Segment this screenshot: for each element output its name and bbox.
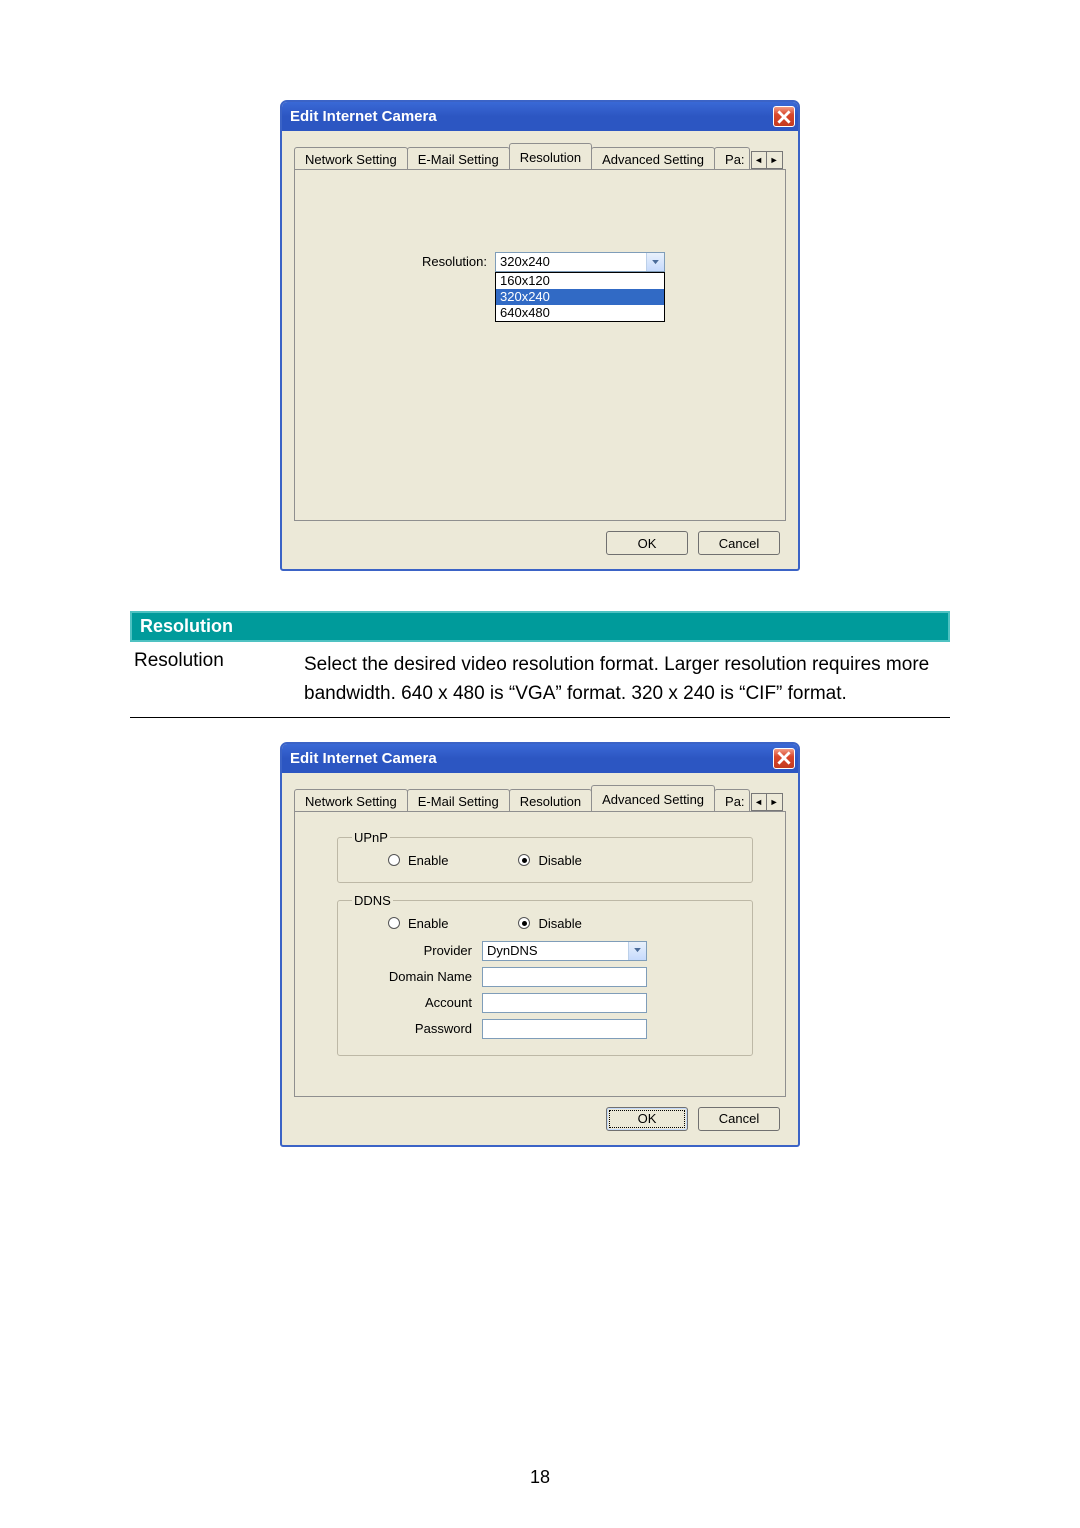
- close-icon: [777, 751, 791, 765]
- provider-label: Provider: [352, 943, 482, 958]
- tabs: Network Setting E-Mail Setting Resolutio…: [294, 783, 786, 811]
- close-button[interactable]: [773, 748, 795, 769]
- account-input[interactable]: [482, 993, 647, 1013]
- radio-icon: [388, 854, 400, 866]
- page-number: 18: [0, 1467, 1080, 1488]
- tab-scroll-right[interactable]: ►: [767, 793, 783, 811]
- description-row: Resolution Select the desired video reso…: [130, 642, 950, 718]
- tabs: Network Setting E-Mail Setting Resolutio…: [294, 141, 786, 169]
- ddns-enable-radio[interactable]: Enable: [388, 916, 448, 931]
- titlebar: Edit Internet Camera: [282, 744, 798, 773]
- upnp-group: UPnP Enable Disable: [337, 830, 753, 883]
- chevron-down-icon: [652, 260, 659, 265]
- titlebar: Edit Internet Camera: [282, 102, 798, 131]
- close-button[interactable]: [773, 106, 795, 127]
- cancel-button[interactable]: Cancel: [698, 1107, 780, 1131]
- tab-advanced-setting[interactable]: Advanced Setting: [591, 785, 715, 811]
- tab-scroll-left[interactable]: ◄: [751, 151, 767, 169]
- radio-label: Disable: [538, 916, 581, 931]
- radio-icon: [518, 917, 530, 929]
- window-title: Edit Internet Camera: [290, 108, 437, 125]
- edit-camera-dialog-advanced: Edit Internet Camera Network Setting E-M…: [280, 742, 800, 1147]
- chevron-down-icon: [634, 948, 641, 953]
- edit-camera-dialog-resolution: Edit Internet Camera Network Setting E-M…: [280, 100, 800, 571]
- password-label: Password: [352, 1021, 482, 1036]
- tab-truncated[interactable]: Pa:: [714, 789, 750, 812]
- resolution-label: Resolution:: [387, 252, 495, 269]
- upnp-legend: UPnP: [352, 830, 390, 845]
- provider-combobox[interactable]: DynDNS: [482, 941, 647, 961]
- resolution-dropdown-list: 160x120 320x240 640x480: [495, 272, 665, 322]
- domain-name-label: Domain Name: [352, 969, 482, 984]
- window-title: Edit Internet Camera: [290, 750, 437, 767]
- tab-truncated[interactable]: Pa:: [714, 147, 750, 170]
- tab-network-setting[interactable]: Network Setting: [294, 789, 408, 812]
- tab-scroll-right[interactable]: ►: [767, 151, 783, 169]
- tab-scroll-left[interactable]: ◄: [751, 793, 767, 811]
- upnp-enable-radio[interactable]: Enable: [388, 853, 448, 868]
- tab-page-resolution: Resolution: 320x240 160x120 320x240 640x…: [294, 169, 786, 521]
- combobox-button[interactable]: [646, 253, 664, 271]
- close-icon: [777, 110, 791, 124]
- tab-resolution[interactable]: Resolution: [509, 789, 592, 812]
- tab-advanced-setting[interactable]: Advanced Setting: [591, 147, 715, 170]
- resolution-combobox[interactable]: 320x240: [495, 252, 665, 272]
- provider-value: DynDNS: [483, 942, 628, 960]
- resolution-option[interactable]: 640x480: [496, 305, 664, 321]
- tab-page-advanced: UPnP Enable Disable DDNS: [294, 811, 786, 1097]
- ddns-legend: DDNS: [352, 893, 393, 908]
- description-text: Select the desired video resolution form…: [304, 650, 946, 709]
- chevron-left-icon: ◄: [754, 155, 763, 165]
- ddns-group: DDNS Enable Disable Provider: [337, 893, 753, 1056]
- tab-email-setting[interactable]: E-Mail Setting: [407, 789, 510, 812]
- domain-name-input[interactable]: [482, 967, 647, 987]
- resolution-option[interactable]: 320x240: [496, 289, 664, 305]
- combobox-button[interactable]: [628, 942, 646, 960]
- tab-network-setting[interactable]: Network Setting: [294, 147, 408, 170]
- ddns-disable-radio[interactable]: Disable: [518, 916, 581, 931]
- description-key: Resolution: [134, 650, 304, 709]
- cancel-button[interactable]: Cancel: [698, 531, 780, 555]
- chevron-right-icon: ►: [770, 155, 779, 165]
- ok-button[interactable]: OK: [606, 531, 688, 555]
- password-input[interactable]: [482, 1019, 647, 1039]
- chevron-left-icon: ◄: [754, 797, 763, 807]
- ok-button[interactable]: OK: [606, 1107, 688, 1131]
- account-label: Account: [352, 995, 482, 1010]
- radio-label: Enable: [408, 853, 448, 868]
- section-heading: Resolution: [130, 611, 950, 642]
- chevron-right-icon: ►: [770, 797, 779, 807]
- upnp-disable-radio[interactable]: Disable: [518, 853, 581, 868]
- radio-label: Enable: [408, 916, 448, 931]
- tab-email-setting[interactable]: E-Mail Setting: [407, 147, 510, 170]
- radio-icon: [388, 917, 400, 929]
- radio-icon: [518, 854, 530, 866]
- tab-resolution[interactable]: Resolution: [509, 143, 592, 169]
- resolution-option[interactable]: 160x120: [496, 273, 664, 289]
- radio-label: Disable: [538, 853, 581, 868]
- resolution-value: 320x240: [496, 253, 646, 271]
